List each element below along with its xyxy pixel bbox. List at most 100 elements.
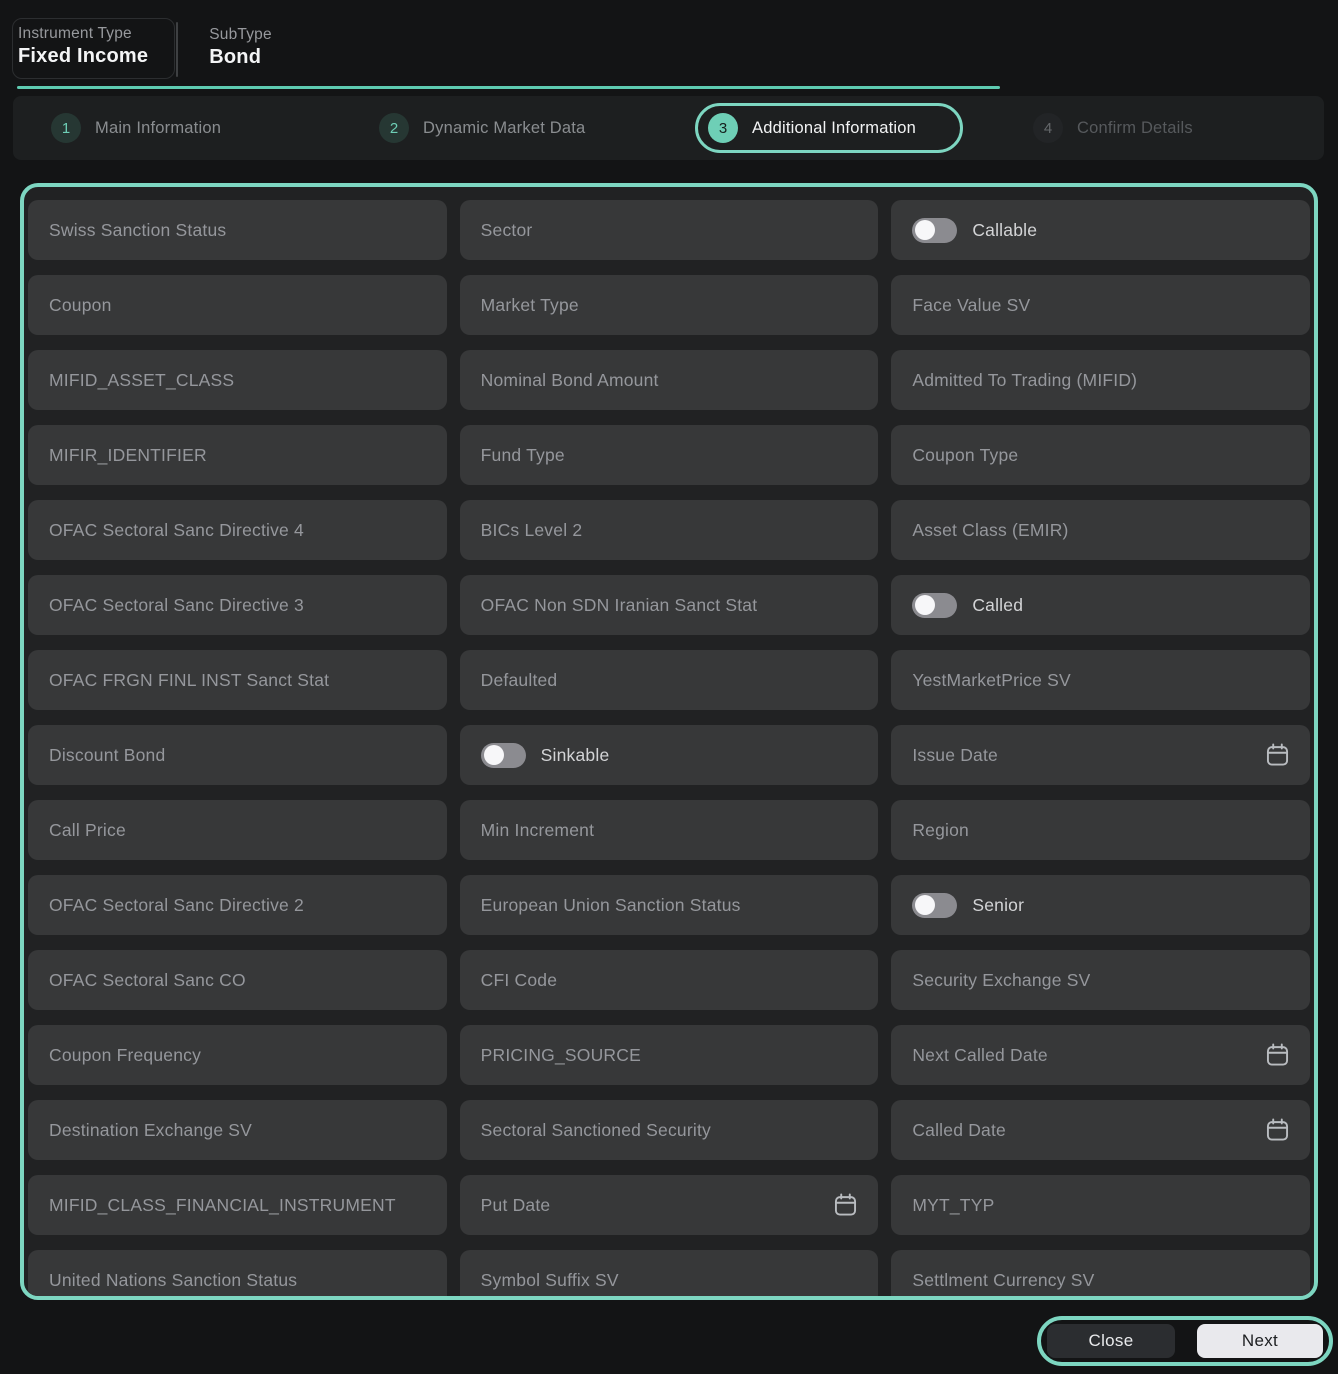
field-ofac-sectoral-sanc-directive-4[interactable]: OFAC Sectoral Sanc Directive 4 — [28, 500, 447, 560]
field-european-union-sanction-status[interactable]: European Union Sanction Status — [459, 875, 879, 935]
field-placeholder: Region — [912, 819, 969, 840]
field-coupon-frequency[interactable]: Coupon Frequency — [28, 1025, 447, 1085]
field-pricing-source[interactable]: PRICING_SOURCE — [459, 1025, 879, 1085]
form-grid: Swiss Sanction Status Sector Callable Coupo… — [24, 187, 1314, 1296]
step-additional-information-active-ring[interactable]: 3 Additional Information — [695, 103, 963, 153]
close-button[interactable]: Close — [1047, 1324, 1175, 1358]
field-united-nations-sanction-status[interactable]: United Nations Sanction Status — [28, 1250, 447, 1296]
field-sinkable[interactable]: Sinkable — [459, 725, 879, 785]
field-coupon-type[interactable]: Coupon Type — [891, 425, 1310, 485]
toggle-switch-called[interactable] — [912, 592, 958, 618]
field-mifir-identifier[interactable]: MIFIR_IDENTIFIER — [28, 425, 447, 485]
field-label: Called — [972, 594, 1024, 615]
field-placeholder: OFAC FRGN FINL INST Sanct Stat — [49, 669, 330, 690]
field-face-value-sv[interactable]: Face Value SV — [891, 275, 1310, 335]
field-ofac-non-sdn-iranian-sanct-stat[interactable]: OFAC Non SDN Iranian Sanct Stat — [459, 575, 879, 635]
field-senior[interactable]: Senior — [891, 875, 1310, 935]
field-placeholder: Swiss Sanction Status — [49, 219, 227, 240]
field-defaulted[interactable]: Defaulted — [459, 650, 879, 710]
step-number-badge: 3 — [708, 113, 738, 143]
field-ofac-sectoral-sanc-co[interactable]: OFAC Sectoral Sanc CO — [28, 950, 447, 1010]
field-placeholder: Coupon Type — [912, 444, 1019, 465]
step-main-information[interactable]: 1 Main Information — [51, 96, 221, 160]
toggle-switch-senior[interactable] — [912, 892, 958, 918]
calendar-icon[interactable] — [1264, 1042, 1291, 1069]
field-sectoral-sanctioned-security[interactable]: Sectoral Sanctioned Security — [459, 1100, 879, 1160]
step-confirm-details[interactable]: 4 Confirm Details — [1033, 96, 1193, 160]
field-placeholder: Discount Bond — [49, 744, 166, 765]
field-placeholder: Call Price — [49, 819, 126, 840]
subtype-group: SubType Bond — [208, 18, 299, 79]
field-settlment-currency-sv[interactable]: Settlment Currency SV — [891, 1250, 1310, 1296]
field-symbol-suffix-sv[interactable]: Symbol Suffix SV — [459, 1250, 879, 1296]
field-placeholder: Market Type — [480, 294, 579, 315]
field-min-increment[interactable]: Min Increment — [459, 800, 879, 860]
step-number-badge: 2 — [379, 113, 409, 143]
field-yestmarketprice-sv[interactable]: YestMarketPrice SV — [891, 650, 1310, 710]
field-destination-exchange-sv[interactable]: Destination Exchange SV — [28, 1100, 447, 1160]
field-next-called-date[interactable]: Next Called Date — [891, 1025, 1310, 1085]
calendar-icon[interactable] — [1264, 1117, 1291, 1144]
field-placeholder: Nominal Bond Amount — [480, 369, 659, 390]
instrument-type-group[interactable]: Instrument Type Fixed Income — [12, 18, 176, 79]
field-region[interactable]: Region — [891, 800, 1310, 860]
field-myt-typ[interactable]: MYT_TYP — [891, 1175, 1310, 1235]
field-placeholder: PRICING_SOURCE — [480, 1044, 641, 1065]
toggle-switch-sinkable[interactable] — [480, 742, 526, 768]
toggle-knob — [915, 895, 936, 915]
field-mifid-class-financial-instrument[interactable]: MIFID_CLASS_FINANCIAL_INSTRUMENT — [28, 1175, 447, 1235]
field-placeholder: Face Value SV — [912, 294, 1031, 315]
step-number-badge: 1 — [51, 113, 81, 143]
instrument-type-value: Fixed Income — [18, 45, 149, 67]
step-label: Confirm Details — [1077, 118, 1193, 137]
field-placeholder: MIFID_CLASS_FINANCIAL_INSTRUMENT — [49, 1194, 396, 1215]
field-placeholder: Symbol Suffix SV — [480, 1269, 619, 1290]
step-dynamic-market-data[interactable]: 2 Dynamic Market Data — [379, 96, 585, 160]
field-bics-level-2[interactable]: BICs Level 2 — [459, 500, 879, 560]
field-placeholder: Settlment Currency SV — [912, 1269, 1095, 1290]
field-placeholder: Asset Class (EMIR) — [912, 519, 1069, 540]
toggle-switch-callable[interactable] — [912, 217, 958, 243]
field-put-date[interactable]: Put Date — [459, 1175, 879, 1235]
field-placeholder: Security Exchange SV — [912, 969, 1091, 990]
field-issue-date[interactable]: Issue Date — [891, 725, 1310, 785]
field-admitted-to-trading-mifid[interactable]: Admitted To Trading (MIFID) — [891, 350, 1310, 410]
field-placeholder: OFAC Sectoral Sanc Directive 3 — [49, 594, 304, 615]
field-market-type[interactable]: Market Type — [459, 275, 879, 335]
field-called[interactable]: Called — [891, 575, 1310, 635]
field-placeholder: CFI Code — [480, 969, 558, 990]
instrument-type-label: Instrument Type — [18, 25, 132, 42]
step-label: Additional Information — [752, 118, 916, 137]
field-placeholder: OFAC Non SDN Iranian Sanct Stat — [480, 594, 758, 615]
field-callable[interactable]: Callable — [891, 200, 1310, 260]
stepper-bar: 1 Main Information 2 Dynamic Market Data… — [13, 96, 1324, 160]
field-placeholder: Put Date — [480, 1194, 551, 1215]
field-sector[interactable]: Sector — [459, 200, 879, 260]
field-placeholder: OFAC Sectoral Sanc CO — [49, 969, 246, 990]
field-asset-class-emir[interactable]: Asset Class (EMIR) — [891, 500, 1310, 560]
field-placeholder: Issue Date — [912, 744, 998, 765]
field-ofac-sectoral-sanc-directive-2[interactable]: OFAC Sectoral Sanc Directive 2 — [28, 875, 447, 935]
field-security-exchange-sv[interactable]: Security Exchange SV — [891, 950, 1310, 1010]
field-swiss-sanction-status[interactable]: Swiss Sanction Status — [28, 200, 447, 260]
next-button[interactable]: Next — [1197, 1324, 1323, 1358]
field-discount-bond[interactable]: Discount Bond — [28, 725, 447, 785]
field-called-date[interactable]: Called Date — [891, 1100, 1310, 1160]
field-fund-type[interactable]: Fund Type — [459, 425, 879, 485]
field-ofac-sectoral-sanc-directive-3[interactable]: OFAC Sectoral Sanc Directive 3 — [28, 575, 447, 635]
field-call-price[interactable]: Call Price — [28, 800, 447, 860]
field-ofac-frgn-finl-inst-sanct-stat[interactable]: OFAC FRGN FINL INST Sanct Stat — [28, 650, 447, 710]
calendar-icon[interactable] — [1264, 742, 1291, 769]
field-nominal-bond-amount[interactable]: Nominal Bond Amount — [459, 350, 879, 410]
subtype-label: SubType — [209, 26, 272, 43]
field-placeholder: Destination Exchange SV — [49, 1119, 253, 1140]
calendar-icon[interactable] — [832, 1192, 859, 1219]
field-placeholder: MIFIR_IDENTIFIER — [49, 444, 207, 465]
toggle-knob — [915, 595, 936, 615]
field-coupon[interactable]: Coupon — [28, 275, 447, 335]
footer-buttons-ring: Close Next — [1037, 1316, 1333, 1366]
field-cfi-code[interactable]: CFI Code — [459, 950, 879, 1010]
field-mifid-asset-class[interactable]: MIFID_ASSET_CLASS — [28, 350, 447, 410]
field-placeholder: MIFID_ASSET_CLASS — [49, 369, 235, 390]
toggle-knob — [915, 220, 936, 240]
